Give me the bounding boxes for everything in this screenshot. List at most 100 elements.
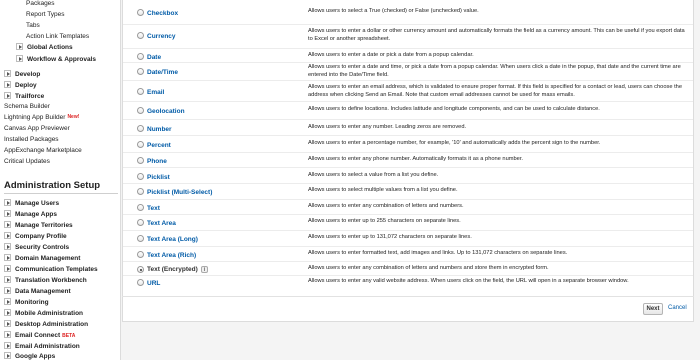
- sidebar-item-translation-workbench[interactable]: Translation Workbench: [4, 276, 87, 284]
- info-icon[interactable]: i: [200, 266, 208, 273]
- sidebar-item-lightning-app-builder[interactable]: Lightning App Builder New!: [4, 114, 79, 121]
- field-type-radio[interactable]: [137, 188, 144, 195]
- sidebar-item-develop[interactable]: Develop: [4, 70, 40, 78]
- expand-icon[interactable]: [4, 276, 11, 283]
- sidebar-item-email-administration[interactable]: Email Administration: [4, 342, 80, 350]
- field-type-radio[interactable]: [137, 68, 144, 75]
- sidebar-item-label: Manage Users: [15, 200, 60, 207]
- sidebar-item-company-profile[interactable]: Company Profile: [4, 232, 67, 240]
- field-type-label[interactable]: Picklist: [147, 174, 170, 181]
- expand-icon[interactable]: [4, 92, 11, 99]
- sidebar-item-security-controls[interactable]: Security Controls: [4, 243, 69, 251]
- sidebar-item-critical-updates[interactable]: Critical Updates: [4, 158, 50, 165]
- sidebar-item-google-apps[interactable]: Google Apps: [4, 352, 55, 360]
- divider: [122, 296, 694, 297]
- field-type-radio[interactable]: [137, 235, 144, 242]
- sidebar-item-report-types[interactable]: Report Types: [26, 11, 65, 18]
- sidebar-item-trailforce[interactable]: Trailforce: [4, 92, 44, 100]
- field-type-radio[interactable]: [137, 141, 144, 148]
- expand-icon[interactable]: [16, 55, 23, 62]
- field-type-row: Text Area Allows users to enter up to 25…: [123, 215, 693, 231]
- field-type-label[interactable]: Phone: [147, 158, 167, 165]
- cancel-link[interactable]: Cancel: [668, 305, 687, 311]
- field-type-label[interactable]: Date: [147, 54, 161, 61]
- field-type-label[interactable]: URL: [147, 280, 160, 287]
- field-type-label[interactable]: Picklist (Multi-Select): [147, 189, 212, 196]
- field-type-label[interactable]: Text: [147, 205, 160, 212]
- expand-icon[interactable]: [4, 287, 11, 294]
- expand-icon[interactable]: [16, 43, 23, 50]
- sidebar-item-global-actions[interactable]: Global Actions: [16, 43, 73, 51]
- sidebar-item-email-connect[interactable]: Email Connect BETA: [4, 331, 75, 339]
- field-type-radio[interactable]: [137, 9, 144, 16]
- sidebar-item-label: Desktop Administration: [15, 321, 89, 328]
- expand-icon[interactable]: [4, 331, 11, 338]
- divider: [4, 193, 118, 194]
- sidebar-item-label: Company Profile: [15, 233, 67, 240]
- field-type-radio[interactable]: [137, 125, 144, 132]
- sidebar-item-monitoring[interactable]: Monitoring: [4, 298, 49, 306]
- expand-icon[interactable]: [4, 232, 11, 239]
- sidebar-item-label: Email Connect: [15, 332, 61, 339]
- expand-icon[interactable]: [4, 243, 11, 250]
- field-type-radio[interactable]: [137, 88, 144, 95]
- expand-icon[interactable]: [4, 199, 11, 206]
- field-type-radio[interactable]: [137, 251, 144, 258]
- field-type-row: Picklist (Multi-Select) Allows users to …: [123, 184, 693, 200]
- field-type-label[interactable]: Percent: [147, 142, 171, 149]
- sidebar-item-manage-users[interactable]: Manage Users: [4, 199, 59, 207]
- field-type-label[interactable]: Date/Time: [147, 69, 178, 76]
- field-type-radio-selected[interactable]: [137, 266, 144, 273]
- sidebar-item-packages[interactable]: Packages: [26, 0, 55, 7]
- expand-icon[interactable]: [4, 70, 11, 77]
- field-type-radio[interactable]: [137, 107, 144, 114]
- field-type-radio[interactable]: [137, 53, 144, 60]
- field-type-radio[interactable]: [137, 219, 144, 226]
- sidebar-item-mobile-administration[interactable]: Mobile Administration: [4, 309, 83, 317]
- sidebar-item-schema-builder[interactable]: Schema Builder: [4, 103, 50, 110]
- sidebar-item-appexchange[interactable]: AppExchange Marketplace: [4, 147, 82, 154]
- expand-icon[interactable]: [4, 265, 11, 272]
- sidebar-item-installed-packages[interactable]: Installed Packages: [4, 136, 59, 143]
- sidebar-item-data-management[interactable]: Data Management: [4, 287, 71, 295]
- field-type-label[interactable]: Text Area (Long): [147, 236, 198, 243]
- field-type-label[interactable]: Text Area: [147, 220, 176, 227]
- expand-icon[interactable]: [4, 221, 11, 228]
- sidebar-item-domain-management[interactable]: Domain Management: [4, 254, 80, 262]
- next-button[interactable]: Next: [643, 303, 663, 315]
- field-type-label[interactable]: Text Area (Rich): [147, 252, 196, 259]
- sidebar-item-deploy[interactable]: Deploy: [4, 81, 37, 89]
- expand-icon[interactable]: [4, 298, 11, 305]
- sidebar-item-manage-apps[interactable]: Manage Apps: [4, 210, 57, 218]
- field-type-row: Text (Encrypted) i Allows users to enter …: [123, 262, 693, 276]
- field-type-radio[interactable]: [137, 279, 144, 286]
- field-type-description: Allows users to enter a percentage numbe…: [308, 140, 601, 146]
- field-type-label[interactable]: Currency: [147, 33, 176, 40]
- sidebar-item-desktop-administration[interactable]: Desktop Administration: [4, 320, 88, 328]
- field-type-label[interactable]: Checkbox: [147, 10, 178, 17]
- expand-icon[interactable]: [4, 320, 11, 327]
- sidebar-item-tabs[interactable]: Tabs: [26, 22, 40, 29]
- field-type-radio[interactable]: [137, 173, 144, 180]
- expand-icon[interactable]: [4, 309, 11, 316]
- sidebar-item-communication-templates[interactable]: Communication Templates: [4, 265, 98, 273]
- expand-icon[interactable]: [4, 342, 11, 349]
- field-type-radio[interactable]: [137, 204, 144, 211]
- sidebar-item-canvas-app-previewer[interactable]: Canvas App Previewer: [4, 125, 70, 132]
- sidebar-item-action-link-templates[interactable]: Action Link Templates: [26, 33, 89, 40]
- expand-icon[interactable]: [4, 81, 11, 88]
- sidebar-item-manage-territories[interactable]: Manage Territories: [4, 221, 73, 229]
- field-type-label[interactable]: Number: [147, 126, 172, 133]
- sidebar-item-workflow-approvals[interactable]: Workflow & Approvals: [16, 55, 96, 63]
- field-type-row: Text Allows users to enter any combinati…: [123, 200, 693, 215]
- field-type-label[interactable]: Geolocation: [147, 108, 185, 115]
- expand-icon[interactable]: [4, 254, 11, 261]
- expand-icon[interactable]: [4, 210, 11, 217]
- field-type-radio[interactable]: [137, 32, 144, 39]
- field-type-label[interactable]: Text (Encrypted) i: [147, 266, 208, 273]
- expand-icon[interactable]: [4, 352, 11, 359]
- new-badge: New!: [67, 114, 80, 120]
- field-type-radio[interactable]: [137, 157, 144, 164]
- field-type-label[interactable]: Email: [147, 89, 164, 96]
- sidebar-item-label: Email Administration: [15, 343, 80, 350]
